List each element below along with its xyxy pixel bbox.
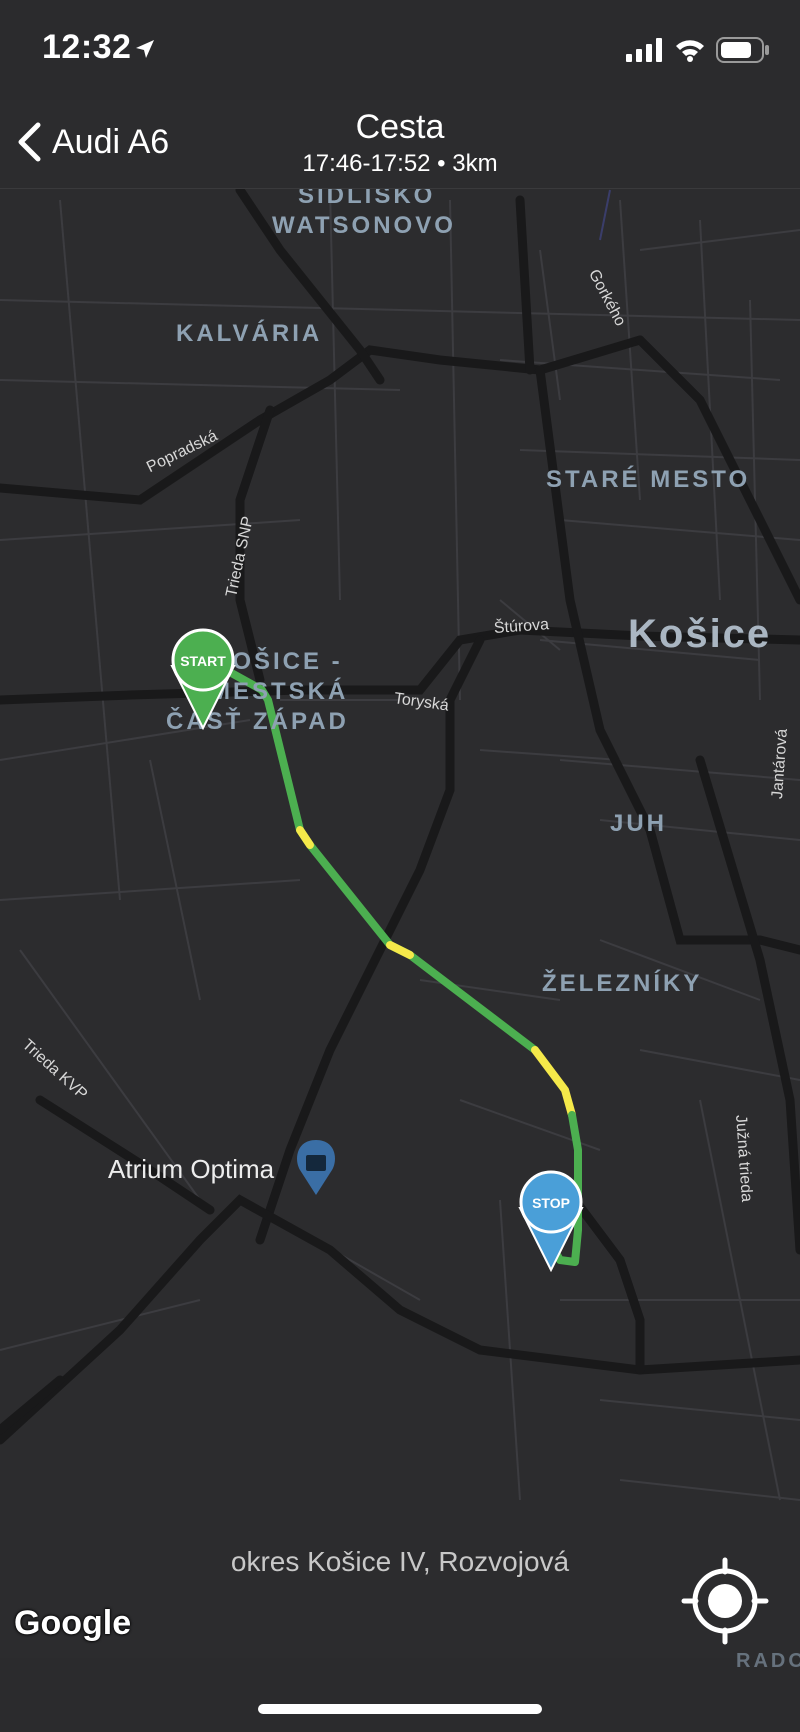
start-marker-label: START — [180, 653, 226, 669]
street-label-sturova: Štúrova — [493, 616, 550, 637]
home-indicator[interactable] — [258, 1704, 542, 1714]
district-label-stare-mesto: STARÉ MESTO — [546, 466, 751, 493]
nav-header: Audi A6 Cesta 17:46-17:52 • 3km — [0, 100, 800, 189]
district-label-kalvaria: KALVÁRIA — [176, 320, 323, 347]
my-location-button[interactable] — [680, 1556, 770, 1646]
cellular-signal-icon — [626, 38, 662, 62]
location-arrow-icon — [136, 40, 154, 58]
poi-label-atrium-optima[interactable]: Atrium Optima — [108, 1154, 274, 1185]
district-label-zelezniky: ŽELEZNÍKY — [542, 970, 703, 997]
battery-icon — [716, 37, 769, 63]
start-marker[interactable]: START — [168, 626, 238, 730]
stop-marker-label: STOP — [532, 1195, 570, 1211]
status-time: 12:32 — [42, 28, 132, 66]
map[interactable] — [0, 0, 800, 1732]
trip-summary: 17:46-17:52 • 3km — [302, 150, 498, 177]
district-label-juh: JUH — [610, 810, 668, 837]
status-bar: 12:32 — [0, 0, 800, 100]
stop-marker[interactable]: STOP — [516, 1168, 586, 1272]
wifi-icon — [676, 40, 704, 62]
shopping-bag-icon — [306, 1155, 326, 1171]
district-label-partial-bottom: RADO — [736, 1650, 800, 1672]
page-title: Cesta — [355, 108, 445, 146]
district-label-watsonovo: WATSONOVO — [272, 212, 456, 239]
google-logo[interactable]: Google — [14, 1604, 131, 1643]
city-label-kosice: Košice — [628, 612, 772, 656]
